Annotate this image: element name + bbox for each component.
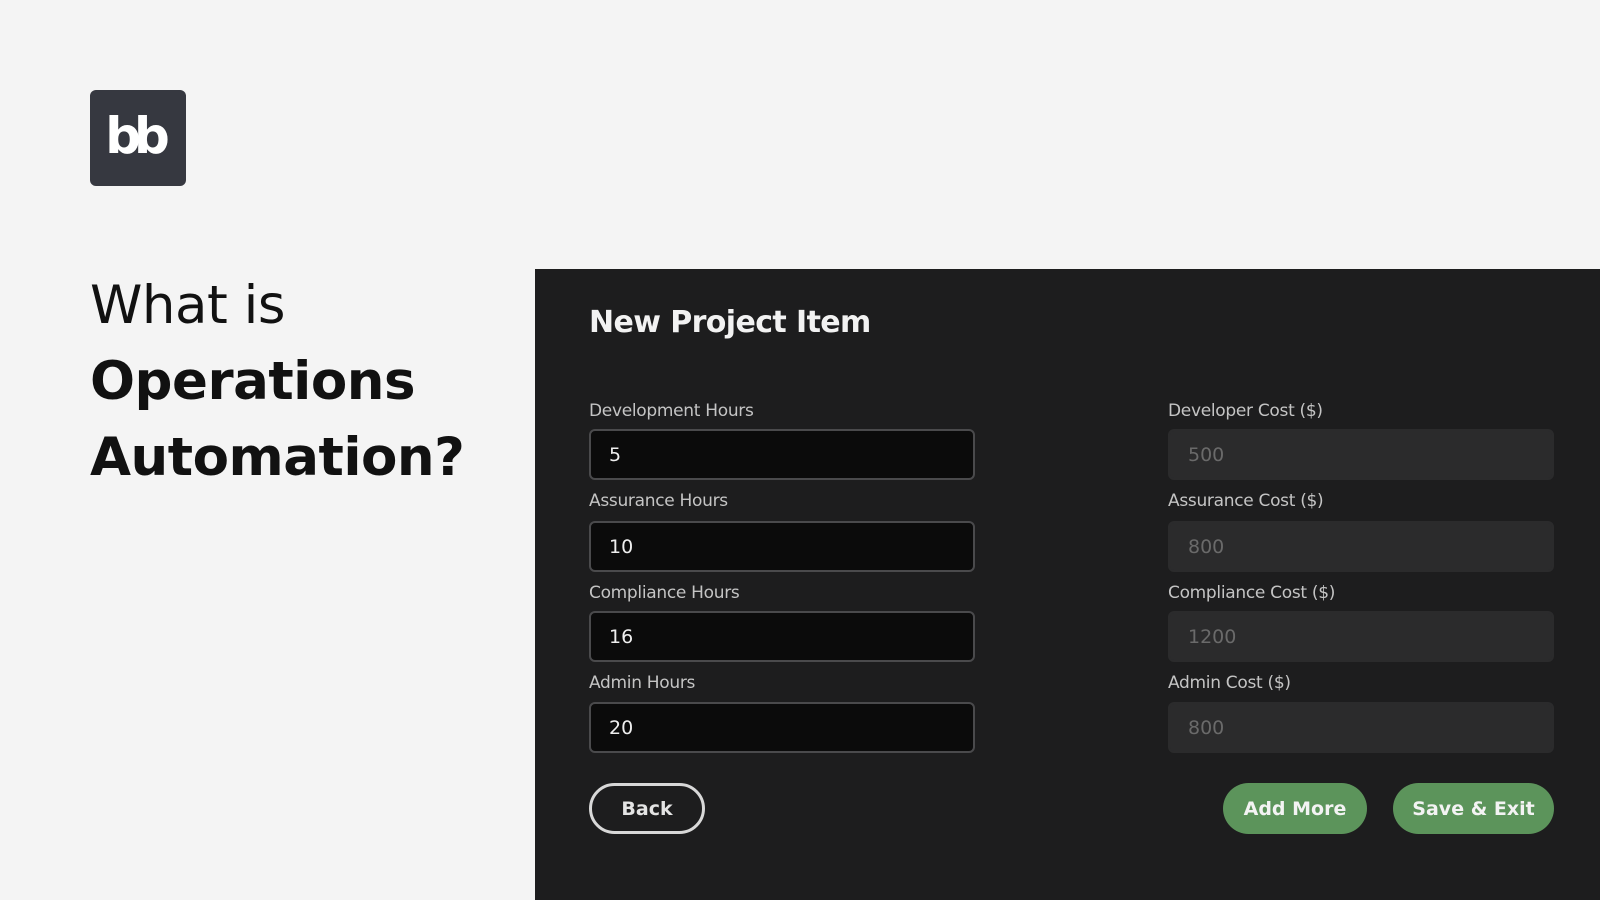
add-more-button[interactable]: Add More	[1223, 783, 1367, 834]
admin-cost-field: 800	[1168, 702, 1554, 753]
compliance-cost-field: 1200	[1168, 611, 1554, 662]
new-project-item-form: New Project Item Development Hours 5 Ass…	[535, 269, 1600, 900]
developer-cost-label: Developer Cost ($)	[1168, 401, 1323, 421]
development-hours-label: Development Hours	[589, 401, 754, 421]
headline: What is Operations Automation?	[90, 268, 465, 496]
logo-text: bb	[105, 107, 170, 165]
headline-line-2: Operations	[90, 351, 416, 412]
compliance-hours-input[interactable]: 16	[589, 611, 975, 662]
assurance-cost-field: 800	[1168, 521, 1554, 572]
brand-logo: bb	[90, 90, 186, 186]
slide: bb What is Operations Automation? New Pr…	[0, 0, 1600, 900]
headline-line-1: What is	[90, 275, 285, 336]
compliance-cost-label: Compliance Cost ($)	[1168, 583, 1336, 603]
compliance-hours-label: Compliance Hours	[589, 583, 740, 603]
headline-line-3: Automation?	[90, 427, 465, 488]
admin-cost-label: Admin Cost ($)	[1168, 673, 1291, 693]
save-exit-button[interactable]: Save & Exit	[1393, 783, 1554, 834]
admin-hours-label: Admin Hours	[589, 673, 696, 693]
assurance-hours-label: Assurance Hours	[589, 491, 728, 511]
form-title: New Project Item	[589, 305, 871, 340]
admin-hours-input[interactable]: 20	[589, 702, 975, 753]
assurance-hours-input[interactable]: 10	[589, 521, 975, 572]
assurance-cost-label: Assurance Cost ($)	[1168, 491, 1324, 511]
back-button[interactable]: Back	[589, 783, 705, 834]
development-hours-input[interactable]: 5	[589, 429, 975, 480]
developer-cost-field: 500	[1168, 429, 1554, 480]
